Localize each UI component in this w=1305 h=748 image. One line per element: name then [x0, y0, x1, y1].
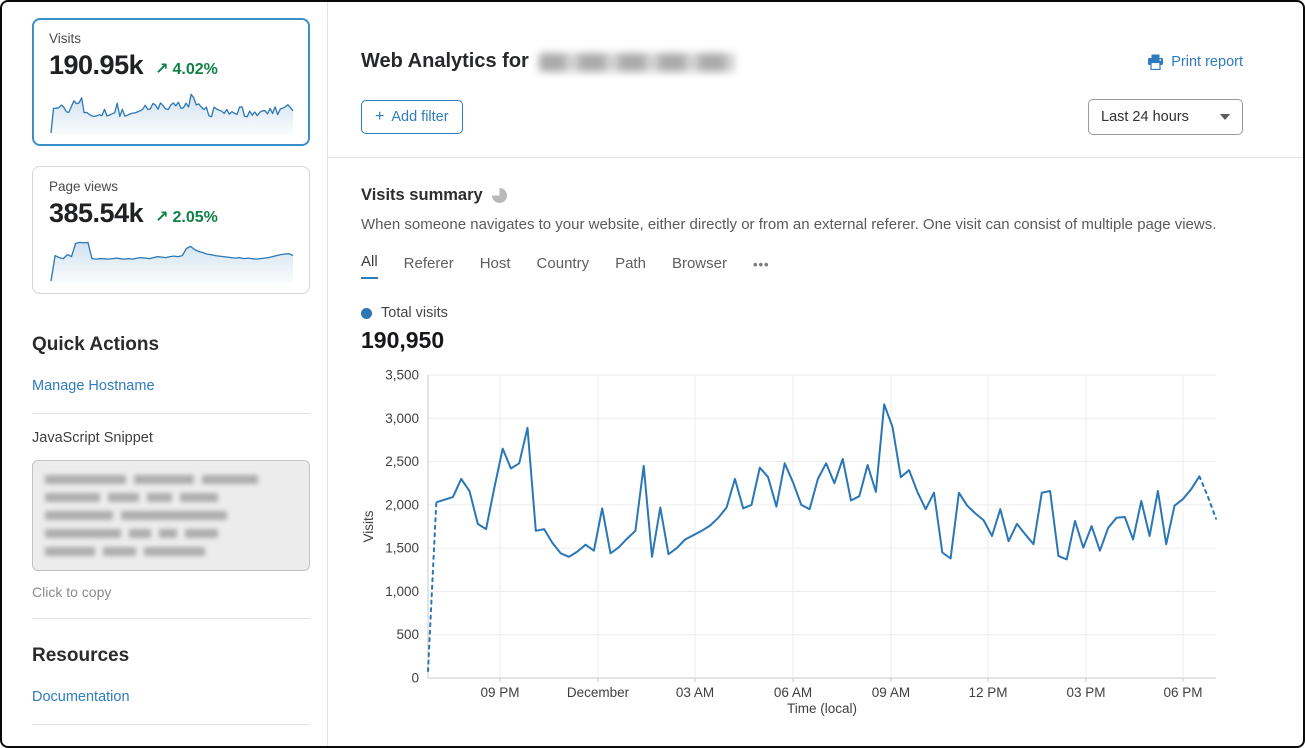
metric-delta: ↗ 4.02%	[155, 59, 218, 79]
svg-text:December: December	[567, 685, 630, 700]
svg-text:500: 500	[396, 627, 419, 642]
page-title: Web Analytics for	[361, 50, 735, 73]
metric-delta: ↗ 2.05%	[155, 207, 218, 227]
legend-label: Total visits	[381, 305, 448, 321]
total-visits-value: 190,950	[361, 327, 1243, 354]
metric-label: Visits	[49, 31, 293, 46]
metric-value: 190.95k	[49, 50, 143, 81]
chart-legend: Total visits	[361, 305, 1243, 321]
svg-text:2,000: 2,000	[385, 497, 419, 512]
tab-referer[interactable]: Referer	[404, 255, 454, 279]
resources-heading: Resources	[32, 645, 310, 667]
divider	[32, 618, 310, 619]
visits-summary-description: When someone navigates to your website, …	[361, 216, 1243, 233]
svg-text:06 PM: 06 PM	[1163, 685, 1202, 700]
print-report-link[interactable]: Print report	[1147, 54, 1243, 70]
chevron-down-icon	[1220, 114, 1230, 120]
svg-text:Time (local): Time (local)	[787, 701, 857, 716]
metric-card-visits[interactable]: Visits 190.95k ↗ 4.02%	[32, 18, 310, 146]
visits-sparkline-chart	[49, 87, 295, 137]
svg-text:1,500: 1,500	[385, 541, 419, 556]
time-range-select[interactable]: Last 24 hours	[1088, 99, 1243, 135]
metric-card-page-views[interactable]: Page views 385.54k ↗ 2.05%	[32, 166, 310, 294]
svg-text:12 PM: 12 PM	[969, 685, 1008, 700]
svg-text:09 AM: 09 AM	[872, 685, 910, 700]
divider	[32, 724, 310, 725]
click-to-copy-hint: Click to copy	[32, 584, 310, 600]
metric-value: 385.54k	[49, 198, 143, 229]
svg-text:1,000: 1,000	[385, 584, 419, 599]
visits-summary-title: Visits summary	[361, 186, 483, 205]
metric-delta-value: 4.02%	[173, 61, 218, 79]
metric-label: Page views	[49, 179, 293, 194]
tabs-more-button[interactable]: •••	[753, 257, 770, 279]
svg-text:2,500: 2,500	[385, 454, 419, 469]
site-domain-blurred	[539, 53, 735, 72]
trend-up-icon: ↗	[155, 207, 168, 227]
web-analytics-dashboard: Visits 190.95k ↗ 4.02% Page views 385.54…	[0, 0, 1305, 748]
summary-tabs: All Referer Host Country Path Browser ••…	[361, 253, 1243, 279]
javascript-snippet-code-blurred[interactable]	[32, 460, 310, 571]
tab-path[interactable]: Path	[615, 255, 646, 279]
svg-text:03 AM: 03 AM	[676, 685, 714, 700]
tab-host[interactable]: Host	[480, 255, 511, 279]
quick-actions-heading: Quick Actions	[32, 334, 310, 356]
svg-text:3,500: 3,500	[385, 368, 419, 383]
svg-text:03 PM: 03 PM	[1066, 685, 1105, 700]
time-range-value: Last 24 hours	[1101, 109, 1189, 125]
tab-browser[interactable]: Browser	[672, 255, 727, 279]
divider	[328, 157, 1303, 158]
trend-up-icon: ↗	[155, 59, 168, 79]
svg-text:0: 0	[411, 671, 419, 686]
svg-text:06 AM: 06 AM	[774, 685, 812, 700]
tab-country[interactable]: Country	[537, 255, 590, 279]
visits-time-series-chart[interactable]: 0 500 1,000 1,500 2,000 2,500 3,000 3,500 09 PM D…	[361, 366, 1233, 718]
documentation-link[interactable]: Documentation	[32, 689, 130, 705]
pie-chart-icon	[492, 188, 507, 203]
metric-delta-value: 2.05%	[173, 209, 218, 227]
javascript-snippet-label: JavaScript Snippet	[32, 430, 310, 446]
sidebar: Visits 190.95k ↗ 4.02% Page views 385.54…	[32, 18, 310, 725]
svg-text:3,000: 3,000	[385, 411, 419, 426]
add-filter-button[interactable]: + Add filter	[361, 100, 463, 134]
page-views-sparkline-chart	[49, 235, 295, 285]
svg-text:Visits: Visits	[361, 510, 376, 542]
svg-text:09 PM: 09 PM	[481, 685, 520, 700]
main-panel: Web Analytics for Print report + Add fil…	[327, 2, 1303, 746]
manage-hostname-link[interactable]: Manage Hostname	[32, 378, 155, 394]
legend-dot-icon	[361, 308, 372, 319]
tab-all[interactable]: All	[361, 253, 378, 279]
plus-icon: +	[375, 109, 384, 125]
printer-icon	[1147, 54, 1164, 70]
divider	[32, 413, 310, 414]
